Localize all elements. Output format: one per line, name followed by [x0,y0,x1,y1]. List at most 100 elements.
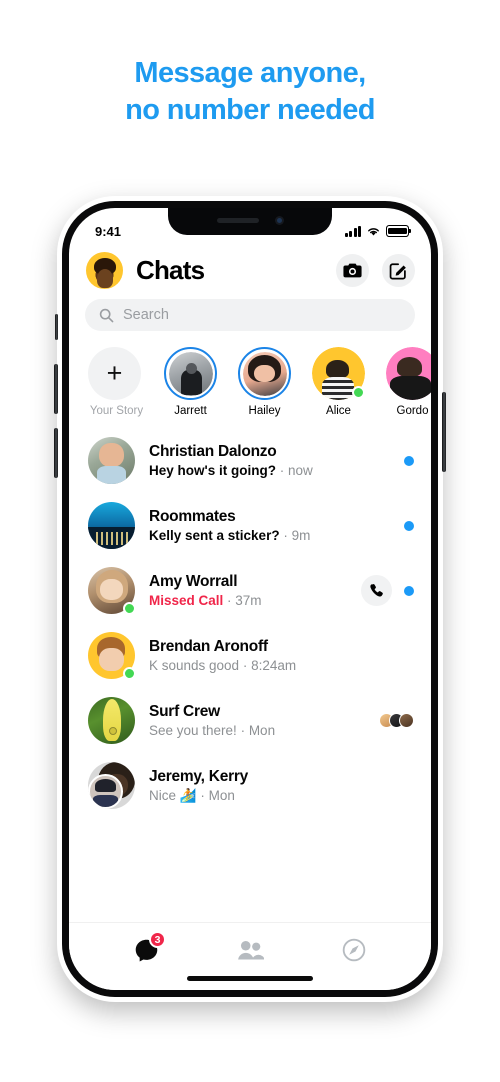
chat-preview-text: See you there! [149,723,237,738]
online-status-dot [123,667,136,680]
compass-icon [342,938,366,962]
page-headline: Message anyone, no number needed [0,55,500,129]
status-bar-time: 9:41 [95,223,122,239]
chat-separator: · [236,723,249,738]
story-label: Your Story [89,405,144,417]
power-button[interactable] [442,392,446,472]
story-label: Hailey [248,405,281,417]
chat-preview-text: Hey how's it going? [149,463,276,478]
chat-preview: Nice 🏄 · Mon [149,788,400,804]
chat-preview: Kelly sent a sticker? · 9m [149,528,390,543]
chat-separator: · [223,593,236,608]
chat-name: Surf Crew [149,703,220,720]
unread-dot [404,585,414,596]
avatar [88,567,136,615]
avatar [88,697,135,744]
chat-row-christian-dalonzo[interactable]: Christian Dalonzo Hey how's it going? · … [69,428,431,493]
chat-separator: · [279,528,292,543]
chat-row-brendan-aronoff[interactable]: Brendan Aronoff K sounds good · 8:24am [69,623,431,688]
chat-preview-text: K sounds good [149,658,240,673]
chat-time: now [287,463,313,478]
avatar [242,351,287,396]
volume-down-button[interactable] [54,428,58,478]
page-title: Chats [136,255,205,285]
phone-icon [370,584,383,597]
avatar [168,351,213,396]
wifi-icon [368,227,379,235]
chat-name: Roommates [149,508,236,525]
silent-switch[interactable] [55,314,58,340]
chat-row-roommates[interactable]: Roommates Kelly sent a sticker? · 9m [69,493,431,558]
camera-icon [343,263,362,278]
avatar [386,347,431,400]
story-ring [164,347,217,400]
status-bar-indicators [344,225,412,237]
chat-preview: K sounds good · 8:24am [149,658,400,673]
online-status-dot [352,386,365,399]
phone-mockup: 9:41 Chats Search + Your Story Jarrett H… [54,196,446,1002]
chat-name: Christian Dalonzo [149,443,277,460]
volume-up-button[interactable] [54,364,58,414]
chat-time: Mon [208,787,235,803]
chat-preview: See you there! · Mon [149,723,365,738]
online-status-dot [123,602,136,615]
story-label: Jarrett [174,405,207,417]
chat-time: 9m [291,528,311,543]
chat-time: Mon [248,723,276,738]
chat-time: 8:24am [251,658,297,673]
tab-chats[interactable]: 3 [126,931,166,965]
story-ring [238,347,291,400]
chat-time: 37m [235,593,262,608]
chat-row-amy-worrall[interactable]: Amy Worrall Missed Call · 37m [69,558,431,623]
avatar [88,632,136,680]
avatar [88,502,135,549]
compose-icon [389,263,406,280]
unread-dot [404,520,414,531]
people-icon [237,940,264,960]
chats-badge: 3 [149,931,166,948]
search-icon [99,308,114,322]
chat-row-jeremy-kerry[interactable]: Jeremy, Kerry Nice 🏄 · Mon [69,753,431,818]
app-header: Chats [69,246,431,299]
story-your-story[interactable]: + Your Story [88,347,145,417]
headline-line-2: no number needed [125,94,375,127]
compose-button[interactable] [382,254,415,287]
missed-call-label: Missed Call [149,593,224,608]
story-label: Gordo [396,405,429,417]
search-input[interactable]: Search [85,299,415,331]
chat-preview: Missed Call · 37m [149,593,347,608]
call-back-button[interactable] [361,575,392,606]
tab-discover[interactable] [334,935,374,965]
unread-dot [404,455,414,466]
chat-preview: Hey how's it going? · now [149,463,390,478]
chat-name: Jeremy, Kerry [149,767,249,785]
camera-button[interactable] [336,254,369,287]
chat-preview-text: Kelly sent a sticker? [149,528,280,543]
chat-separator: · [275,463,288,478]
chat-separator: · [196,787,209,803]
stories-row[interactable]: + Your Story Jarrett Hailey Alice Gordo [69,340,431,426]
story-hailey[interactable]: Hailey [236,347,293,417]
tab-people[interactable] [230,935,270,965]
battery-full-icon [386,225,412,237]
avatar [88,762,135,809]
profile-avatar[interactable] [86,252,123,289]
phone-screen: 9:41 Chats Search + Your Story Jarrett H… [69,208,431,990]
story-gordon[interactable]: Gordo [384,347,431,417]
avatar [88,437,135,484]
cellular-bars-icon [344,225,361,237]
chat-name: Brendan Aronoff [149,638,268,655]
seen-avatar [399,713,414,728]
story-alice[interactable]: Alice [310,347,367,417]
search-placeholder: Search [123,307,169,323]
chat-name: Amy Worrall [149,573,238,590]
chat-list: Christian Dalonzo Hey how's it going? · … [69,426,431,818]
search-section: Search [69,299,431,340]
plus-icon[interactable]: + [88,347,141,400]
story-jarrett[interactable]: Jarrett [162,347,219,417]
home-indicator [187,976,313,981]
headline-line-1: Message anyone, [134,57,366,89]
status-bar: 9:41 [69,208,431,246]
chat-row-surf-crew[interactable]: Surf Crew See you there! · Mon [69,688,431,753]
chat-preview-text: Nice 🏄 [149,787,197,803]
